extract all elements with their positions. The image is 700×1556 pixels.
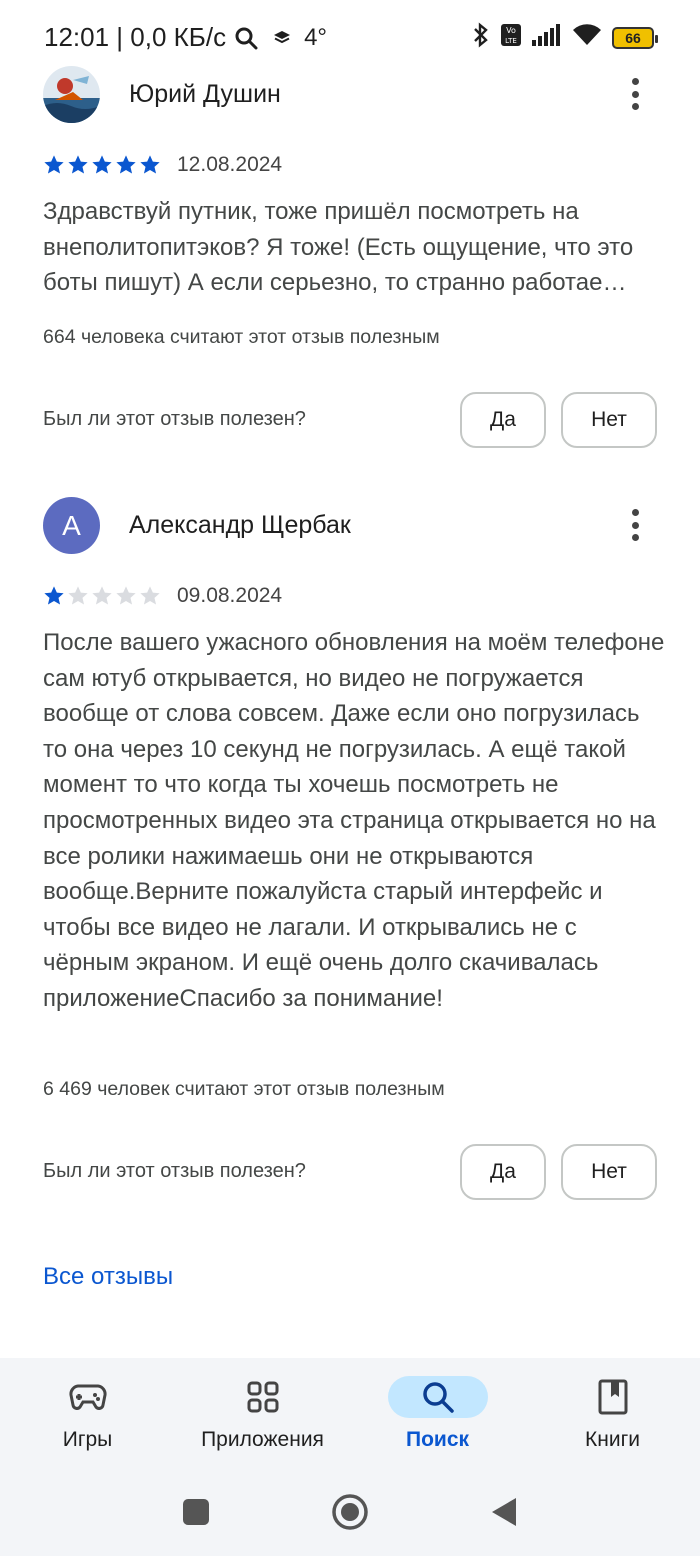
helpful-question: Был ли этот отзыв полезен? <box>43 1160 306 1182</box>
review-text: Здравствуй путник, тоже пришёл посмотрет… <box>43 198 634 297</box>
nav-label: Поиск <box>405 1428 470 1451</box>
svg-text:LTE: LTE <box>505 37 517 45</box>
star-rating <box>43 585 161 607</box>
recents-button[interactable] <box>176 1492 216 1532</box>
apps-grid-icon <box>213 1376 313 1418</box>
star-filled-icon <box>92 155 112 174</box>
star-empty-icon <box>92 586 112 605</box>
status-bar: 12:01 | 0,0 КБ/с 4° Vo LTE 66 <box>0 0 700 70</box>
yes-button[interactable]: Да <box>460 1144 546 1200</box>
star-filled-icon <box>116 155 136 174</box>
rating-row: 12.08.2024 <box>43 153 282 177</box>
search-icon <box>234 26 258 50</box>
nav-label: Книги <box>585 1428 640 1451</box>
search-icon <box>387 1376 488 1418</box>
nav-label: Игры <box>62 1428 113 1451</box>
nav-item-search[interactable]: Поиск <box>350 1358 525 1468</box>
yes-button[interactable]: Да <box>460 392 546 448</box>
review-text: После вашего ужасного обновления на моём… <box>43 629 665 1012</box>
star-filled-icon <box>68 155 88 174</box>
system-navigation-bar <box>0 1468 700 1556</box>
review-author: Александр Щербак <box>129 511 351 539</box>
wifi-icon <box>572 24 602 51</box>
volte-icon: Vo LTE <box>500 23 522 52</box>
signal-icon <box>532 24 562 51</box>
review-date: 12.08.2024 <box>177 153 283 176</box>
book-icon <box>563 1376 663 1418</box>
review-author: Юрий Душин <box>129 80 281 108</box>
back-button[interactable] <box>484 1492 524 1532</box>
bluetooth-icon <box>472 22 490 53</box>
no-button[interactable]: Нет <box>561 392 657 448</box>
star-empty-icon <box>68 586 88 605</box>
star-filled-icon <box>140 155 160 174</box>
all-reviews-link[interactable]: Все отзывы <box>43 1263 173 1291</box>
dot <box>631 103 639 110</box>
dot <box>631 509 639 516</box>
more-options-button[interactable] <box>622 74 648 114</box>
status-time-speed: 12:01 | 0,0 КБ/с <box>44 22 227 52</box>
no-button[interactable]: Нет <box>561 1144 657 1200</box>
nav-item-books[interactable]: Книги <box>525 1358 700 1468</box>
helpful-question: Был ли этот отзыв полезен? <box>43 408 306 430</box>
nav-item-apps[interactable]: Приложения <box>175 1358 350 1468</box>
battery-indicator: 66 <box>612 26 658 49</box>
nav-label: Приложения <box>201 1428 324 1451</box>
star-empty-icon <box>140 586 160 605</box>
home-button[interactable] <box>330 1492 370 1532</box>
status-right: Vo LTE 66 <box>472 22 658 53</box>
svg-text:Vo: Vo <box>506 26 516 35</box>
temperature: 4° <box>304 23 328 51</box>
dot <box>631 521 639 529</box>
avatar <box>43 66 100 123</box>
status-left: 12:01 | 0,0 КБ/с 4° <box>44 22 327 53</box>
review-date: 09.08.2024 <box>177 584 283 607</box>
dot <box>631 78 639 85</box>
rating-row: 09.08.2024 <box>43 584 282 608</box>
star-rating <box>43 154 161 176</box>
helpful-count: 6 469 человек считают этот отзыв полезны… <box>43 1078 445 1100</box>
dot <box>631 90 639 98</box>
nav-item-games[interactable]: Игры <box>0 1358 175 1468</box>
avatar: А <box>43 497 100 554</box>
layers-icon <box>272 28 292 48</box>
more-options-button[interactable] <box>622 505 648 545</box>
dot <box>631 534 639 541</box>
gamepad-icon <box>38 1376 138 1418</box>
helpful-count: 664 человека считают этот отзыв полезным <box>43 326 440 348</box>
bottom-navigation: Игры Приложения Поиск Книги <box>0 1358 700 1468</box>
star-filled-icon <box>44 586 64 605</box>
star-filled-icon <box>44 155 64 174</box>
star-empty-icon <box>116 586 136 605</box>
